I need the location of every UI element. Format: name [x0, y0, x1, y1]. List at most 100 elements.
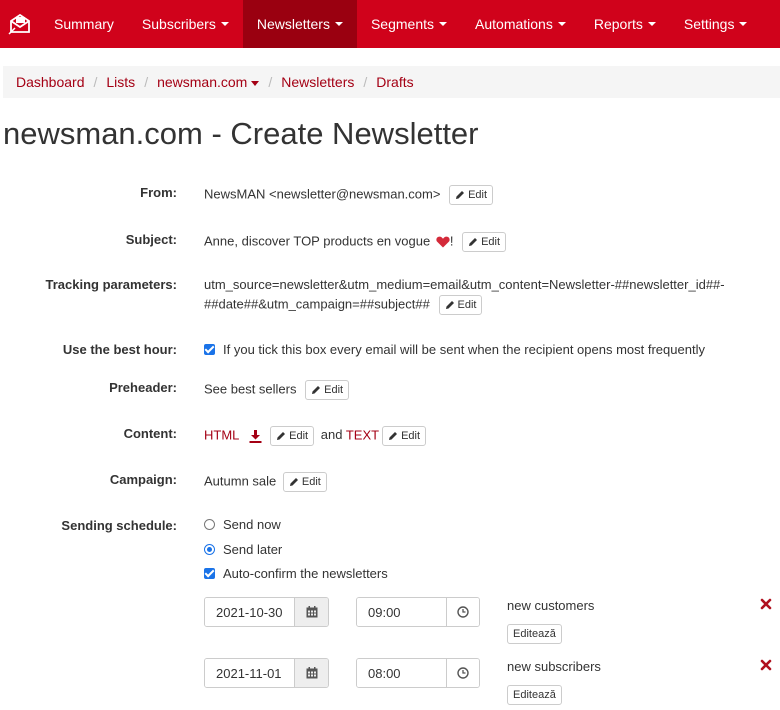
- remove-icon[interactable]: [760, 598, 772, 610]
- remove-icon[interactable]: [760, 659, 772, 671]
- send-now-option[interactable]: Send now: [204, 517, 281, 532]
- edit-campaign-button[interactable]: Edit: [282, 472, 327, 492]
- auto-confirm-checkbox[interactable]: [204, 568, 215, 579]
- edit-subject-button[interactable]: Edit: [462, 232, 507, 252]
- subject-suffix: !: [449, 233, 454, 249]
- breadcrumb: Dashboard / Lists / newsman.com / Newsle…: [3, 66, 780, 98]
- breadcrumb-lists[interactable]: Lists: [106, 74, 135, 90]
- nav-settings-label: Settings: [683, 16, 735, 32]
- campaign-value: Autumn sale: [204, 473, 277, 489]
- pencil-icon: [445, 301, 454, 309]
- nav-automations[interactable]: Automations: [461, 0, 580, 48]
- caret-down-icon: [251, 80, 260, 86]
- chevron-down-icon: [647, 22, 656, 26]
- heart-emoji-icon: [436, 236, 450, 248]
- schedule-time-field: [356, 658, 480, 688]
- preheader-value: See best sellers: [204, 381, 297, 397]
- preheader-row: See best sellers Edit: [204, 380, 350, 400]
- schedule-segment-name: new customers: [507, 598, 595, 613]
- breadcrumb-list-label: newsman.com: [157, 74, 248, 90]
- pencil-icon: [456, 191, 465, 199]
- pencil-icon: [289, 478, 298, 486]
- nav-summary[interactable]: Summary: [40, 0, 128, 48]
- edit-from-button[interactable]: Edit: [449, 185, 494, 205]
- nav-reports-label: Reports: [593, 16, 643, 32]
- chevron-down-icon: [334, 22, 343, 26]
- nav-reports[interactable]: Reports: [580, 0, 670, 48]
- edit-segment-button[interactable]: Editează: [507, 685, 562, 705]
- content-text-link[interactable]: TEXT: [346, 427, 379, 442]
- breadcrumb-separator: /: [93, 74, 98, 90]
- schedule-date-input[interactable]: [205, 659, 294, 687]
- best-hour-row: If you tick this box every email will be…: [204, 342, 705, 357]
- pencil-icon: [277, 432, 286, 440]
- pencil-icon: [312, 386, 321, 394]
- schedule-date-field: [204, 597, 329, 627]
- chevron-down-icon: [557, 22, 566, 26]
- schedule-date-input[interactable]: [205, 598, 294, 626]
- breadcrumb-drafts[interactable]: Drafts: [376, 74, 413, 90]
- nav-newsletters[interactable]: Newsletters: [242, 0, 357, 48]
- chevron-down-icon: [220, 22, 229, 26]
- breadcrumb-list-dropdown[interactable]: newsman.com: [157, 74, 260, 90]
- newsman-logo-icon[interactable]: [0, 0, 40, 48]
- content-and-text: and: [320, 427, 343, 443]
- from-row: NewsMAN <newsletter@newsman.com> Edit: [204, 185, 494, 205]
- send-now-radio[interactable]: [204, 519, 215, 530]
- schedule-segment-name: new subscribers: [507, 659, 601, 674]
- edit-tracking-button[interactable]: Edit: [438, 295, 483, 315]
- auto-confirm-label: Auto-confirm the newsletters: [223, 566, 388, 581]
- breadcrumb-separator: /: [363, 74, 368, 90]
- schedule-date-field: [204, 658, 329, 688]
- clock-icon[interactable]: [446, 659, 479, 687]
- breadcrumb-newsletters[interactable]: Newsletters: [281, 74, 354, 90]
- edit-text-button[interactable]: Edit: [382, 426, 427, 446]
- edit-segment-label: Editează: [513, 628, 556, 640]
- nav-summary-label: Summary: [54, 16, 114, 32]
- subject-row: Anne, discover TOP products en vogue ! E…: [204, 232, 507, 252]
- from-label: From:: [140, 185, 177, 200]
- pencil-icon: [469, 238, 478, 246]
- edit-label: Edit: [324, 384, 344, 396]
- from-value: NewsMAN <newsletter@newsman.com>: [204, 186, 441, 202]
- edit-label: Edit: [301, 476, 321, 488]
- best-hour-label: Use the best hour:: [62, 342, 177, 357]
- schedule-time-field: [356, 597, 480, 627]
- page-title: newsman.com - Create Newsletter: [3, 116, 479, 151]
- schedule-time-input[interactable]: [357, 659, 446, 687]
- content-html-link[interactable]: HTML: [204, 427, 239, 442]
- nav-settings[interactable]: Settings: [670, 0, 762, 48]
- edit-segment-label: Editează: [513, 689, 556, 701]
- nav-subscribers-label: Subscribers: [141, 16, 216, 32]
- edit-label: Edit: [468, 189, 488, 201]
- clock-icon[interactable]: [446, 598, 479, 626]
- content-label: Content:: [123, 426, 177, 441]
- content-row: HTML Edit and TEXT Edit: [204, 426, 427, 446]
- edit-label: Edit: [457, 299, 477, 311]
- schedule-time-input[interactable]: [357, 598, 446, 626]
- edit-html-button[interactable]: Edit: [270, 426, 315, 446]
- edit-segment-button[interactable]: Editează: [507, 624, 562, 644]
- chevron-down-icon: [439, 22, 448, 26]
- schedule-label: Sending schedule:: [61, 518, 177, 533]
- breadcrumb-separator: /: [268, 74, 273, 90]
- send-later-option[interactable]: Send later: [204, 542, 282, 557]
- nav-newsletters-label: Newsletters: [256, 16, 330, 32]
- preheader-label: Preheader:: [109, 380, 177, 395]
- auto-confirm-option[interactable]: Auto-confirm the newsletters: [204, 566, 388, 581]
- send-later-radio[interactable]: [204, 544, 215, 555]
- download-icon[interactable]: [249, 429, 262, 443]
- best-hour-text: If you tick this box every email will be…: [223, 342, 705, 357]
- tracking-line1: utm_source=newsletter&utm_medium=email&u…: [204, 277, 725, 292]
- nav-segments-label: Segments: [370, 16, 435, 32]
- calendar-icon[interactable]: [294, 598, 328, 626]
- breadcrumb-separator: /: [144, 74, 149, 90]
- nav-subscribers[interactable]: Subscribers: [128, 0, 243, 48]
- breadcrumb-dashboard[interactable]: Dashboard: [16, 74, 85, 90]
- best-hour-checkbox[interactable]: [204, 344, 215, 355]
- edit-preheader-button[interactable]: Edit: [305, 380, 350, 400]
- calendar-icon[interactable]: [294, 659, 328, 687]
- nav-segments[interactable]: Segments: [357, 0, 461, 48]
- top-navbar: Summary Subscribers Newsletters Segments…: [0, 0, 780, 48]
- tracking-label: Tracking parameters:: [45, 277, 177, 292]
